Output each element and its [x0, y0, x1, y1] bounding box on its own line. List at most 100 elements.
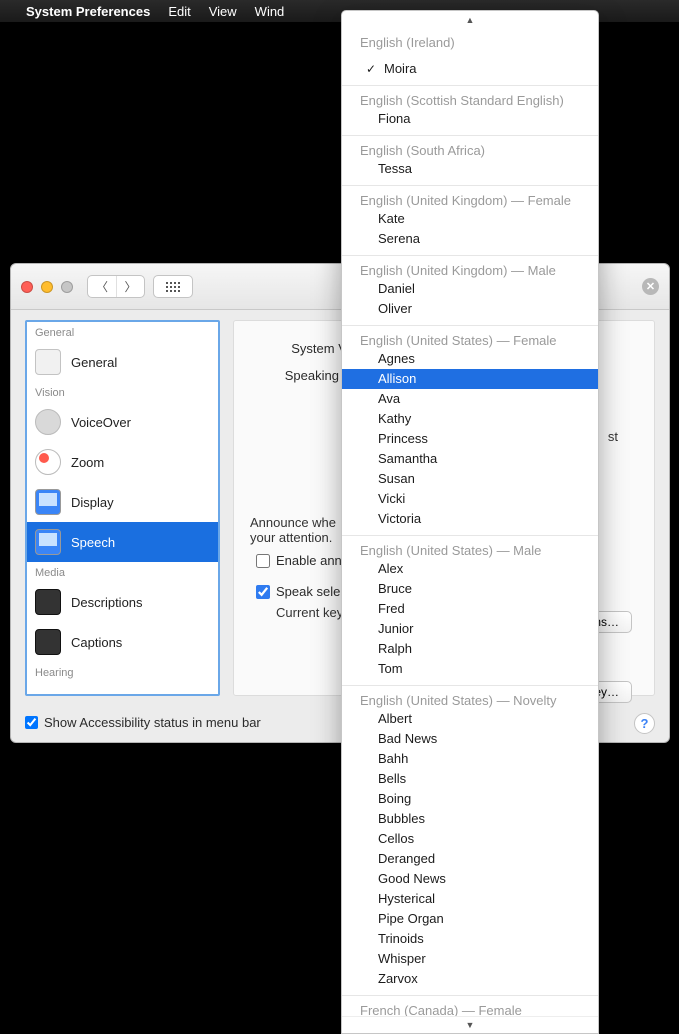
sidebar-item-label: VoiceOver — [71, 415, 131, 430]
voice-option[interactable]: Bubbles — [342, 809, 598, 829]
sidebar-item-label: Captions — [71, 635, 122, 650]
voice-option[interactable]: Tessa — [342, 159, 598, 179]
help-button[interactable]: ? — [634, 713, 655, 734]
voice-group-header: French (Canada) — Female — [342, 1000, 598, 1016]
menubar-item-view[interactable]: View — [209, 4, 237, 19]
enable-announcements-label: Enable ann — [276, 553, 342, 568]
voice-group: English (United Kingdom) — MaleDanielOli… — [342, 256, 598, 326]
close-button[interactable] — [21, 281, 33, 293]
sidebar-section-header: Media — [27, 562, 218, 582]
voice-option[interactable]: Fiona — [342, 109, 598, 129]
sidebar-section-header: General — [27, 322, 218, 342]
sidebar-item-label: Speech — [71, 535, 115, 550]
voice-group-header: English (Ireland) — [342, 32, 598, 51]
voice-option[interactable]: Zarvox — [342, 969, 598, 989]
voice-option[interactable]: Fred — [342, 599, 598, 619]
window-traffic-lights — [21, 281, 73, 293]
voice-group: French (Canada) — FemaleAmelieChantal — [342, 996, 598, 1016]
voice-option[interactable]: Tom — [342, 659, 598, 679]
voice-option[interactable]: Albert — [342, 709, 598, 729]
sidebar-item-display[interactable]: Display — [27, 482, 218, 522]
sidebar-item-label: Display — [71, 495, 114, 510]
sidebar-section-header: Vision — [27, 382, 218, 402]
sidebar-item-general[interactable]: General — [27, 342, 218, 382]
menubar-item-window[interactable]: Wind — [255, 4, 285, 19]
sidebar-item-voiceover[interactable]: VoiceOver — [27, 402, 218, 442]
clear-search-icon[interactable]: ✕ — [642, 278, 659, 295]
scroll-down-icon[interactable]: ▼ — [342, 1016, 598, 1033]
voice-group-header: English (United Kingdom) — Male — [342, 260, 598, 279]
voice-group-header: English (United States) — Male — [342, 540, 598, 559]
voice-option[interactable]: Victoria — [342, 509, 598, 529]
voice-option[interactable]: Ava — [342, 389, 598, 409]
sidebar-item-label: Descriptions — [71, 595, 143, 610]
sidebar-item-speech[interactable]: Speech — [27, 522, 218, 562]
voice-group-header: English (Scottish Standard English) — [342, 90, 598, 109]
voice-option[interactable]: Daniel — [342, 279, 598, 299]
sidebar-item-label: Zoom — [71, 455, 104, 470]
voice-option[interactable]: Agnes — [342, 349, 598, 369]
general-icon — [35, 349, 61, 375]
voice-option[interactable]: Susan — [342, 469, 598, 489]
voice-option[interactable]: Hysterical — [342, 889, 598, 909]
voice-option[interactable]: Bells — [342, 769, 598, 789]
accessibility-sidebar: General General Vision VoiceOver Zoom Display… — [25, 320, 220, 696]
voice-option[interactable]: Samantha — [342, 449, 598, 469]
minimize-button[interactable] — [41, 281, 53, 293]
dropdown-options-list: English (Ireland) Moira English (Scottish … — [342, 28, 598, 1016]
scroll-up-icon[interactable]: ▲ — [342, 11, 598, 28]
voice-option[interactable]: Bad News — [342, 729, 598, 749]
speak-selected-checkbox[interactable] — [256, 585, 270, 599]
sidebar-item-label: General — [71, 355, 117, 370]
voice-option[interactable]: Cellos — [342, 829, 598, 849]
enable-announcements-checkbox[interactable] — [256, 554, 270, 568]
voice-option[interactable]: Junior — [342, 619, 598, 639]
voice-option[interactable]: Bahh — [342, 749, 598, 769]
voice-option[interactable]: Kathy — [342, 409, 598, 429]
menubar-item-edit[interactable]: Edit — [168, 4, 190, 19]
sidebar-item-zoom[interactable]: Zoom — [27, 442, 218, 482]
voice-option[interactable]: Ralph — [342, 639, 598, 659]
speak-selected-label: Speak sele — [276, 584, 340, 599]
voice-group: English (United Kingdom) — FemaleKateSer… — [342, 186, 598, 256]
voice-option[interactable]: Trinoids — [342, 929, 598, 949]
voice-group-header: English (United Kingdom) — Female — [342, 190, 598, 209]
voice-option[interactable]: Good News — [342, 869, 598, 889]
voice-option[interactable]: Allison — [342, 369, 598, 389]
voice-group: English (Ireland) Moira — [342, 28, 598, 86]
voice-group: English (United States) — FemaleAgnesAll… — [342, 326, 598, 536]
voiceover-icon — [35, 409, 61, 435]
voice-option[interactable]: Serena — [342, 229, 598, 249]
sidebar-item-captions[interactable]: Captions — [27, 622, 218, 662]
speaking-rate-fast-label: st — [608, 429, 618, 444]
menubar-app-name[interactable]: System Preferences — [26, 4, 150, 19]
system-voice-dropdown: ▲ English (Ireland) Moira English (Scottis… — [341, 10, 599, 1034]
zoom-icon — [35, 449, 61, 475]
voice-option[interactable]: Pipe Organ — [342, 909, 598, 929]
descriptions-icon — [35, 589, 61, 615]
voice-option[interactable]: Alex — [342, 559, 598, 579]
voice-group: English (Scottish Standard English)Fiona — [342, 86, 598, 136]
voice-option[interactable]: Oliver — [342, 299, 598, 319]
display-icon — [35, 489, 61, 515]
voice-option[interactable]: Boing — [342, 789, 598, 809]
show-status-menubar-label: Show Accessibility status in menu bar — [44, 715, 261, 730]
voice-option[interactable]: Kate — [342, 209, 598, 229]
show-status-menubar-checkbox[interactable] — [25, 716, 38, 729]
back-button[interactable]: 〈 — [88, 276, 116, 297]
speech-icon — [35, 529, 61, 555]
voice-group-header: English (United States) — Novelty — [342, 690, 598, 709]
voice-group-header: English (South Africa) — [342, 140, 598, 159]
voice-option[interactable]: Vicki — [342, 489, 598, 509]
voice-option[interactable]: Whisper — [342, 949, 598, 969]
voice-option[interactable]: Bruce — [342, 579, 598, 599]
voice-option[interactable]: Deranged — [342, 849, 598, 869]
voice-group: English (United States) — NoveltyAlbertB… — [342, 686, 598, 996]
sidebar-section-header: Hearing — [27, 662, 218, 682]
voice-group: English (South Africa)Tessa — [342, 136, 598, 186]
voice-group: English (United States) — MaleAlexBruceF… — [342, 536, 598, 686]
voice-option[interactable]: Moira — [348, 59, 598, 79]
voice-option[interactable]: Princess — [342, 429, 598, 449]
zoom-button[interactable] — [61, 281, 73, 293]
sidebar-item-descriptions[interactable]: Descriptions — [27, 582, 218, 622]
